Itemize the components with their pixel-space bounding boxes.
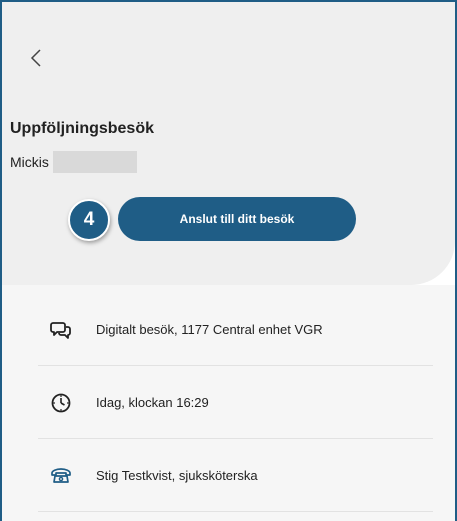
patient-name-row: Mickis (10, 151, 137, 173)
divider (38, 511, 433, 512)
visit-header (2, 2, 455, 285)
page-title: Uppföljningsbesök (10, 120, 154, 137)
join-visit-button[interactable]: Anslut till ditt besök (118, 197, 356, 241)
caregiver-text: Stig Testkvist, sjuksköterska (96, 468, 258, 483)
clock-icon (48, 390, 74, 416)
chat-bubbles-icon (48, 317, 74, 343)
step-badge: 4 (68, 199, 110, 241)
visit-time-text: Idag, klockan 16:29 (96, 395, 209, 410)
visit-type-text: Digitalt besök, 1177 Central enhet VGR (96, 322, 323, 337)
telephone-icon (48, 463, 74, 489)
patient-name: Mickis (10, 154, 49, 170)
detail-row-time: Idag, klockan 16:29 (38, 366, 433, 439)
chevron-left-icon (30, 49, 41, 67)
redacted-surname (52, 151, 137, 173)
detail-row-caregiver: Stig Testkvist, sjuksköterska (38, 439, 433, 512)
back-button[interactable] (26, 46, 46, 70)
detail-row-visit-type: Digitalt besök, 1177 Central enhet VGR (38, 293, 433, 366)
